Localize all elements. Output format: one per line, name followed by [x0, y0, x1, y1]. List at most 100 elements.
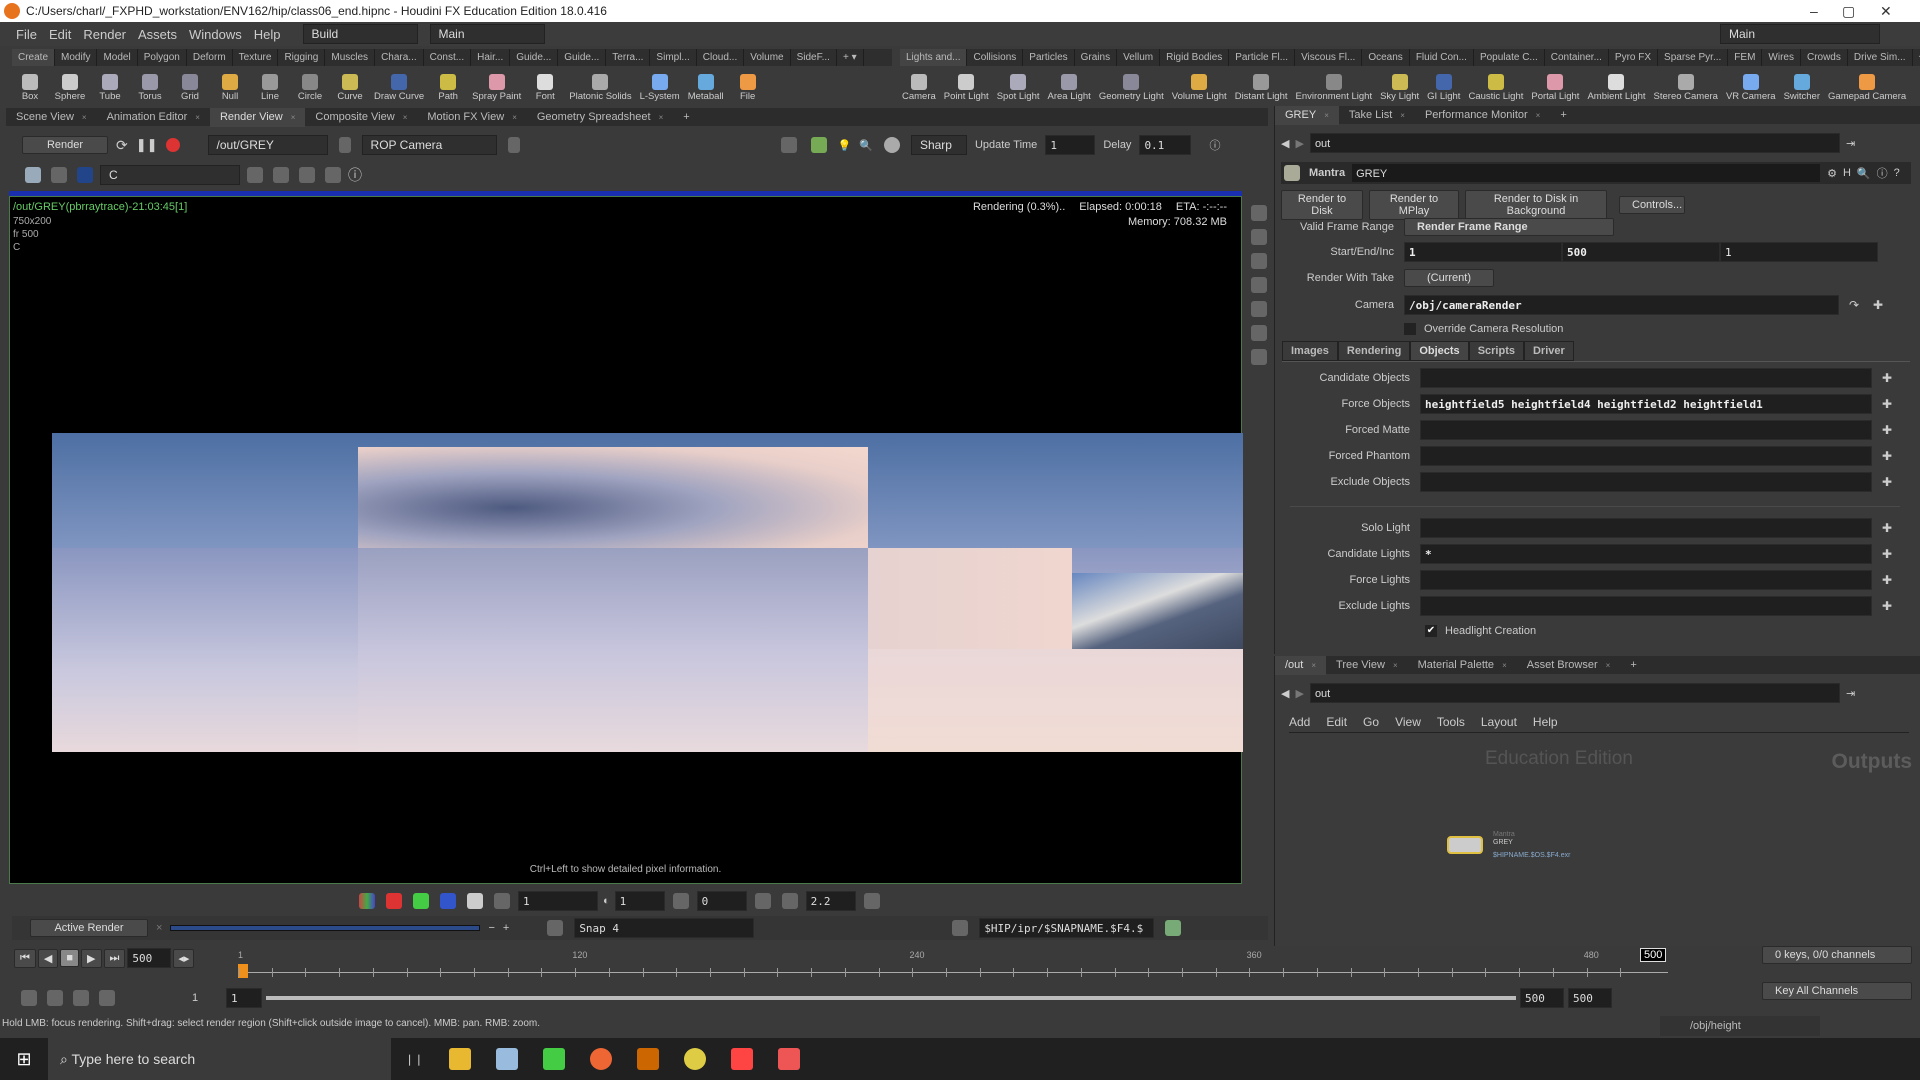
camera-view-icon[interactable]: [1251, 325, 1267, 341]
shelf-tab[interactable]: Volume: [744, 49, 791, 66]
shelf-tab[interactable]: Pyro FX: [1608, 49, 1659, 66]
pin-icon[interactable]: ⇥: [1846, 687, 1855, 700]
snapshot-camera-icon[interactable]: [547, 920, 564, 936]
mantra-node[interactable]: [1447, 836, 1483, 854]
frame-icon[interactable]: [325, 167, 341, 183]
bottom-path[interactable]: /obj/height: [1660, 1016, 1820, 1036]
pane-tab[interactable]: Animation Editor ×: [97, 108, 210, 127]
param-field[interactable]: [1420, 570, 1872, 590]
param-field[interactable]: [1420, 518, 1872, 538]
close-tab-icon[interactable]: ×: [1536, 111, 1541, 120]
shelf-tool[interactable]: Metaball: [684, 74, 728, 102]
shelf-tool[interactable]: Switcher: [1780, 74, 1824, 102]
pane-tab[interactable]: Asset Browser ×: [1517, 656, 1621, 675]
snap-field[interactable]: Snap 4: [574, 918, 755, 938]
path-field[interactable]: out: [1309, 133, 1840, 153]
houdini-taskbar-icon[interactable]: [637, 1048, 660, 1070]
shelf-tab[interactable]: Deform: [186, 49, 233, 66]
forward-icon[interactable]: ▶: [1295, 137, 1303, 150]
step-frame-button[interactable]: ◂▸: [173, 948, 195, 968]
shelf-tab[interactable]: Particle Fl...: [1229, 49, 1296, 66]
filter-select[interactable]: Sharp: [910, 135, 967, 155]
green-channel-icon[interactable]: [413, 893, 429, 909]
pick-camera-icon[interactable]: [507, 137, 520, 153]
add-shelf-icon[interactable]: + ▾: [1912, 49, 1920, 66]
options-icon[interactable]: [863, 893, 880, 909]
pane-tab[interactable]: Composite View ×: [305, 108, 417, 127]
blue-channel-icon[interactable]: [440, 893, 456, 909]
update-time-field[interactable]: 1: [1045, 135, 1096, 155]
close-tab-icon[interactable]: ×: [1606, 661, 1611, 670]
notepad-icon[interactable]: [496, 1048, 519, 1070]
save-snapshot-icon[interactable]: [1165, 920, 1182, 936]
search-icon[interactable]: 🔍: [1857, 167, 1871, 180]
close-tab-icon[interactable]: ×: [82, 113, 87, 122]
shelf-tab[interactable]: SideF...: [790, 49, 837, 66]
contrast-icon[interactable]: ◐: [603, 895, 610, 907]
render-region-icon[interactable]: [1251, 301, 1267, 317]
help-icon[interactable]: ⓘ: [1209, 137, 1220, 153]
node-picker-icon[interactable]: ✚: [1882, 423, 1896, 437]
controls-button[interactable]: Controls...: [1619, 196, 1685, 214]
timeline-bar[interactable]: 500 1 120 240 360 480: [238, 948, 1668, 980]
shelf-tab[interactable]: Guide...: [510, 49, 559, 66]
info-icon[interactable]: ⓘ: [1877, 165, 1888, 181]
key-all-channels-select[interactable]: Key All Channels: [1762, 982, 1912, 1000]
render-button[interactable]: Render: [22, 136, 108, 154]
shelf-tab[interactable]: Modify: [55, 49, 98, 66]
param-field[interactable]: [1420, 472, 1872, 492]
camera-select[interactable]: ROP Camera: [361, 135, 497, 155]
exposure-field[interactable]: 1: [518, 891, 598, 911]
param-field[interactable]: [1420, 596, 1872, 616]
jump-icon[interactable]: ↷: [1849, 298, 1863, 312]
shelf-tab[interactable]: Create: [12, 49, 56, 66]
taskbar-search[interactable]: ⌕ Type here to search: [48, 1038, 391, 1080]
menu-assets[interactable]: Assets: [138, 27, 177, 42]
gear-icon[interactable]: ⚙: [1827, 167, 1837, 180]
back-icon[interactable]: ◀: [1281, 137, 1289, 150]
render-viewer[interactable]: /out/GREY(pbrraytrace)-21:03:45[1] 750x2…: [9, 196, 1243, 884]
shelf-tab[interactable]: Crowds: [1800, 49, 1848, 66]
close-tab-icon[interactable]: ×: [659, 113, 664, 122]
shelf-tab[interactable]: Cloud...: [696, 49, 745, 66]
pane-tab[interactable]: Motion FX View ×: [417, 108, 527, 127]
network-menu-item[interactable]: Go: [1363, 715, 1379, 729]
shelf-tool[interactable]: Area Light: [1044, 74, 1095, 102]
network-menu-item[interactable]: Layout: [1481, 715, 1517, 729]
minus-icon[interactable]: −: [488, 922, 494, 934]
param-field[interactable]: [1420, 368, 1872, 388]
take-select[interactable]: (Current): [1404, 269, 1494, 287]
close-tab-icon[interactable]: ×: [1400, 111, 1405, 120]
add-tab-icon[interactable]: +: [1550, 106, 1576, 124]
offset-icon[interactable]: [672, 893, 689, 909]
close-tab-icon[interactable]: ×: [1502, 661, 1507, 670]
network-menu-item[interactable]: Edit: [1326, 715, 1347, 729]
range-start[interactable]: 1: [192, 992, 222, 1004]
menu-render[interactable]: Render: [83, 27, 126, 42]
pin-icon[interactable]: ⇥: [1846, 137, 1855, 150]
snapshot-slider[interactable]: [170, 925, 481, 931]
desktop-select[interactable]: Build: [302, 24, 418, 44]
shelf-tab[interactable]: Fluid Con...: [1409, 49, 1474, 66]
shelf-tool[interactable]: VR Camera: [1722, 74, 1780, 102]
shelf-tool[interactable]: Path: [428, 74, 468, 102]
network-menu-item[interactable]: View: [1395, 715, 1421, 729]
light-bulb-icon[interactable]: 💡: [838, 139, 852, 152]
menu-edit[interactable]: Edit: [49, 27, 71, 42]
add-shelf-icon[interactable]: + ▾: [836, 49, 864, 66]
rgb-icon[interactable]: [359, 893, 375, 909]
param-tab[interactable]: Rendering: [1337, 341, 1411, 361]
shelf-tab[interactable]: Grains: [1074, 49, 1118, 66]
sphere-icon[interactable]: [883, 137, 900, 153]
shelf-tab[interactable]: Muscles: [325, 49, 376, 66]
app-green-icon[interactable]: [543, 1048, 566, 1070]
zoom-icon[interactable]: 🔍: [859, 139, 873, 152]
region-icon[interactable]: [1251, 229, 1267, 245]
close-tab-icon[interactable]: ×: [1324, 111, 1329, 120]
range-end-field[interactable]: 500: [1520, 988, 1564, 1008]
pane-tab[interactable]: Render View ×: [209, 107, 306, 127]
camera-pick-icon[interactable]: ✚: [1873, 298, 1887, 312]
pane-tab[interactable]: Material Palette ×: [1408, 656, 1517, 675]
offset-field[interactable]: 0: [696, 891, 747, 911]
refresh-icon[interactable]: ⟳: [116, 137, 128, 154]
